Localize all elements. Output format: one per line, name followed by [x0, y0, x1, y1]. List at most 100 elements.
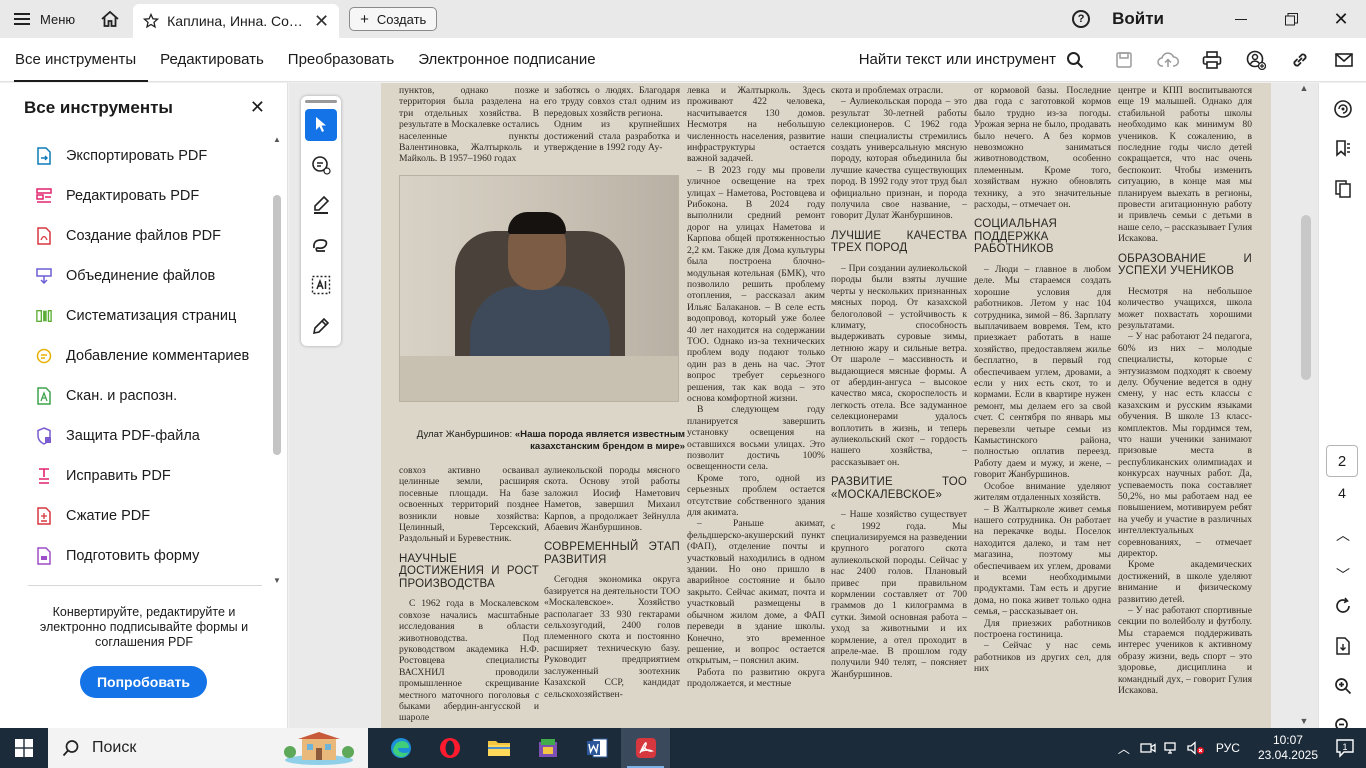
article-photo: [399, 175, 679, 402]
scroll-up-arrow-icon[interactable]: ▲: [270, 135, 284, 144]
close-window-button[interactable]: ✕: [1316, 0, 1366, 38]
star-icon[interactable]: [143, 13, 160, 29]
highlight-tool-button[interactable]: [305, 189, 337, 221]
tab-e-sign[interactable]: Электронное подписание: [406, 38, 607, 82]
home-button[interactable]: [89, 0, 131, 38]
taskbar-opera[interactable]: [425, 728, 474, 768]
tab-convert[interactable]: Преобразовать: [276, 38, 406, 82]
article-text: Несмотря на небольшое количество учащихс…: [1118, 285, 1252, 331]
tab-edit[interactable]: Редактировать: [148, 38, 276, 82]
new-tab-button[interactable]: + Создать: [349, 7, 438, 31]
scroll-down-arrow-icon[interactable]: ▼: [270, 576, 284, 585]
comment-tool-button[interactable]: [305, 149, 337, 181]
assistant-icon: [1334, 100, 1352, 118]
menu-button[interactable]: Меню: [0, 0, 89, 38]
start-button[interactable]: [0, 728, 48, 768]
tray-meet[interactable]: [1136, 741, 1160, 755]
folder-icon: [487, 741, 510, 756]
pages-button[interactable]: [1319, 169, 1366, 209]
webcam-icon: [1140, 743, 1156, 753]
draw-tool-button[interactable]: [305, 229, 337, 261]
sign-tool-button[interactable]: [305, 309, 337, 341]
tool-label: Сжатие PDF: [66, 508, 151, 524]
tray-network[interactable]: [1160, 741, 1184, 755]
panel-scrollbar-thumb[interactable]: [273, 195, 281, 455]
print-button[interactable]: [1190, 38, 1234, 82]
tool-compress-pdf[interactable]: Сжатие PDF: [0, 496, 287, 536]
upload-button[interactable]: [1146, 38, 1190, 82]
try-button[interactable]: Попробовать: [80, 666, 207, 698]
tray-language[interactable]: РУС: [1208, 741, 1248, 755]
previous-page-button[interactable]: ︿: [1319, 515, 1366, 555]
tray-volume[interactable]: [1184, 741, 1208, 755]
article-column: левка и Жалтырколь. Здесь проживают 422 …: [687, 85, 825, 728]
tab-close-icon[interactable]: ✕: [314, 11, 329, 32]
save-button[interactable]: [1102, 38, 1146, 82]
tool-label: Объединение файлов: [66, 268, 216, 284]
promo-text: Конвертируйте, редактируйте и электронно…: [39, 605, 249, 649]
sign-in-button[interactable]: Войти: [1112, 9, 1164, 29]
notification-center-button[interactable]: 1: [1326, 738, 1366, 758]
edit-pdf-icon: [36, 187, 52, 205]
chevron-up-icon: ︿: [1117, 741, 1130, 756]
main-toolbar: Все инструменты Редактировать Преобразов…: [0, 38, 1366, 82]
protect-pdf-icon: [36, 427, 52, 445]
email-button[interactable]: [1322, 38, 1366, 82]
fix-pdf-icon: [36, 467, 52, 485]
tool-export-pdf[interactable]: Экспортировать PDF: [0, 136, 287, 176]
find-tool[interactable]: Найти текст или инструмент: [859, 51, 1102, 69]
extract-button[interactable]: [1319, 626, 1366, 666]
link-button[interactable]: [1278, 38, 1322, 82]
tool-protect-pdf[interactable]: Защита PDF-файла: [0, 416, 287, 456]
tool-organize-pages[interactable]: Систематизация страниц: [0, 296, 287, 336]
document-viewer[interactable]: пунктов, однако позже территория была ра…: [289, 83, 1318, 728]
add-user-icon: [1246, 50, 1266, 70]
tool-fix-pdf[interactable]: Исправить PDF: [0, 456, 287, 496]
document-scrollbar-thumb[interactable]: [1301, 215, 1311, 380]
zoom-in-button[interactable]: [1319, 666, 1366, 706]
taskbar-archiver[interactable]: [523, 728, 572, 768]
taskbar-word[interactable]: [572, 728, 621, 768]
document-tab[interactable]: Каплина, Инна. Сох... ✕: [133, 4, 340, 38]
tool-prepare-form[interactable]: Подготовить форму: [0, 536, 287, 576]
select-tool-button[interactable]: [305, 109, 337, 141]
scroll-down-arrow-icon[interactable]: ▼: [1297, 716, 1311, 726]
organize-pages-icon: [36, 307, 52, 325]
restore-button[interactable]: [1266, 0, 1316, 38]
file-export-icon: [1336, 637, 1350, 655]
help-icon[interactable]: ?: [1072, 10, 1091, 28]
tool-combine-files[interactable]: Объединение файлов: [0, 256, 287, 296]
tool-label: Скан. и распозн.: [66, 388, 178, 404]
share-user-button[interactable]: [1234, 38, 1278, 82]
tool-create-pdf[interactable]: Создание файлов PDF: [0, 216, 287, 256]
tray-clock[interactable]: 10:07 23.04.2025: [1258, 733, 1318, 763]
tray-show-hidden[interactable]: ︿: [1112, 740, 1136, 757]
taskbar-acrobat[interactable]: [621, 728, 670, 768]
taskbar-edge[interactable]: [376, 728, 425, 768]
drag-handle[interactable]: [305, 100, 337, 103]
tab-all-tools[interactable]: Все инструменты: [0, 38, 149, 82]
article-text: – В Жалтырколе живет семья нашего сотруд…: [974, 503, 1111, 618]
rotate-button[interactable]: [1319, 586, 1366, 626]
article-text: В следующем году планируется завершить у…: [687, 404, 825, 473]
article-text: – Раньше акимат, фельдшерско-акушерский …: [687, 518, 825, 667]
taskbar-search[interactable]: Поиск: [48, 728, 368, 768]
section-heading: Лучшие качества трех пород: [831, 229, 967, 255]
minimize-button[interactable]: [1216, 0, 1266, 38]
article-column: и заботясь о людях. Благодаря его труду …: [544, 85, 680, 169]
article-text: совхоз активно осваивал целинные земли, …: [399, 465, 539, 545]
bookmark-icon: [1336, 140, 1350, 157]
panel-scrollbar[interactable]: ▲ ▼: [270, 135, 284, 585]
taskbar-file-explorer[interactable]: [474, 728, 523, 768]
tool-scan-ocr[interactable]: Скан. и распозн.: [0, 376, 287, 416]
article-text: Кроме академических достижений, в школе …: [1118, 559, 1252, 605]
tool-add-comments[interactable]: Добавление комментариев: [0, 336, 287, 376]
tool-edit-pdf[interactable]: Редактировать PDF: [0, 176, 287, 216]
bookmarks-button[interactable]: [1319, 129, 1366, 169]
text-recognition-button[interactable]: [305, 269, 337, 301]
scroll-up-arrow-icon[interactable]: ▲: [1297, 83, 1311, 93]
panel-close-icon[interactable]: ✕: [250, 97, 265, 118]
current-page-input[interactable]: 2: [1326, 445, 1358, 477]
ai-assistant-button[interactable]: [1319, 89, 1366, 129]
document-scrollbar[interactable]: ▲ ▼: [1297, 83, 1311, 728]
